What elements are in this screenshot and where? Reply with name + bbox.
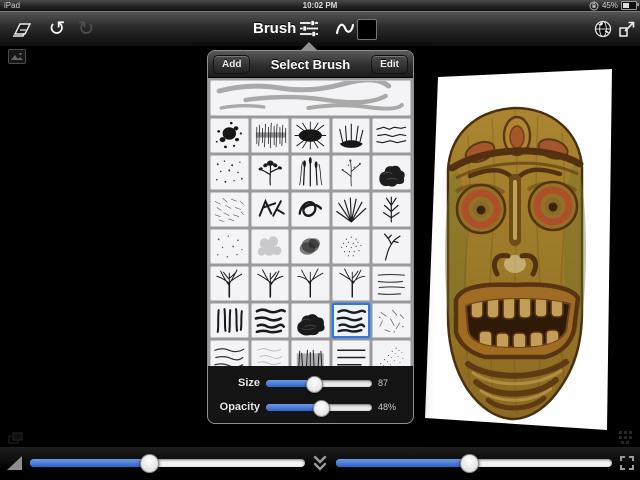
- brush-cell-grass-tuft[interactable]: [332, 192, 371, 227]
- opacity-label: Opacity: [216, 401, 260, 413]
- brush-cell-stipple-texture[interactable]: [332, 229, 371, 264]
- brush-cell-splatter-leaves[interactable]: [210, 118, 249, 153]
- brush-cell-scratch-lines[interactable]: [372, 118, 411, 153]
- collapse-toolbar-button[interactable]: [311, 454, 329, 477]
- brush-cell-vertical-strokes[interactable]: [210, 303, 249, 338]
- popover-arrow: [300, 42, 318, 51]
- brush-cell-fine-grass[interactable]: [251, 118, 290, 153]
- brush-cell-shrub[interactable]: [372, 155, 411, 190]
- brush-cell-bush-texture[interactable]: [291, 303, 330, 338]
- brush-cell-flower-plant[interactable]: [251, 155, 290, 190]
- brush-cell-soft-texture[interactable]: [251, 229, 290, 264]
- layers-faint-icon[interactable]: [8, 431, 24, 449]
- fullscreen-button[interactable]: [619, 455, 635, 476]
- brush-cell-cattails[interactable]: [291, 155, 330, 190]
- brush-cell-sparse-dots[interactable]: [210, 229, 249, 264]
- bottom-opacity-slider[interactable]: [336, 459, 612, 467]
- brush-cell-tree-3[interactable]: [291, 266, 330, 301]
- brush-cell-tree-1[interactable]: [210, 266, 249, 301]
- brush-cell-bare-branch[interactable]: [372, 229, 411, 264]
- brush-cell-fine-speckle[interactable]: [372, 340, 411, 366]
- brush-cell-wildflower[interactable]: [332, 155, 371, 190]
- size-value: 87: [378, 378, 405, 388]
- opacity-value: 48%: [378, 402, 405, 412]
- bottom-toolbar: [0, 447, 640, 480]
- bottom-size-slider[interactable]: [30, 459, 305, 467]
- brush-cell-angular-strokes[interactable]: [251, 192, 290, 227]
- brush-cell-bold-scribble[interactable]: [291, 192, 330, 227]
- brush-size-wedge-icon: [7, 456, 22, 470]
- brush-cell-sketch-marks[interactable]: [372, 303, 411, 338]
- expand-icon: [619, 455, 635, 471]
- brush-cell-featured-clouds[interactable]: [210, 80, 411, 116]
- brush-cell-grass-clump[interactable]: [332, 118, 371, 153]
- brush-cell-thin-lines[interactable]: [372, 266, 411, 301]
- bottom-opacity-slider-knob[interactable]: [460, 454, 479, 473]
- brush-sliders: Size 87 Opacity 48%: [208, 366, 413, 419]
- brush-cell-spiky-branch[interactable]: [372, 192, 411, 227]
- brush-cell-grass-patch[interactable]: [291, 340, 330, 366]
- size-slider-knob[interactable]: [306, 376, 323, 393]
- double-chevron-down-icon: [311, 454, 329, 472]
- opacity-slider[interactable]: [266, 404, 372, 411]
- opacity-slider-knob[interactable]: [313, 400, 330, 417]
- add-brush-button[interactable]: Add: [213, 55, 250, 74]
- brush-cell-flat-lines[interactable]: [332, 340, 371, 366]
- brush-cell-grass-burst[interactable]: [291, 118, 330, 153]
- edit-brushes-button[interactable]: Edit: [371, 55, 408, 74]
- panel-title: Select Brush: [271, 57, 350, 72]
- brush-cell-speckle-dots[interactable]: [210, 155, 249, 190]
- minimize-faint-icon[interactable]: [618, 430, 632, 449]
- brush-cell-wavy-strokes-2[interactable]: [332, 303, 371, 338]
- size-label: Size: [216, 377, 260, 389]
- brush-cell-thin-waves[interactable]: [210, 340, 249, 366]
- brush-cell-tree-4[interactable]: [332, 266, 371, 301]
- brush-cell-wavy-strokes[interactable]: [251, 303, 290, 338]
- app-root: iPad 10:02 PM 45% ↺ ↻ Brush: [0, 0, 640, 480]
- brush-cell-fine-scratches[interactable]: [210, 192, 249, 227]
- bottom-size-slider-knob[interactable]: [140, 454, 159, 473]
- brush-cell-light-texture[interactable]: [251, 340, 290, 366]
- panel-header: Add Select Brush Edit: [208, 51, 413, 78]
- brush-cell-smudge-blob[interactable]: [291, 229, 330, 264]
- brush-cell-tree-2[interactable]: [251, 266, 290, 301]
- tiki-mask-artwork: [445, 108, 586, 419]
- select-brush-panel: Add Select Brush Edit Size 87 Opacity 48…: [207, 50, 414, 424]
- size-slider[interactable]: [266, 380, 372, 387]
- brush-grid: [208, 78, 413, 366]
